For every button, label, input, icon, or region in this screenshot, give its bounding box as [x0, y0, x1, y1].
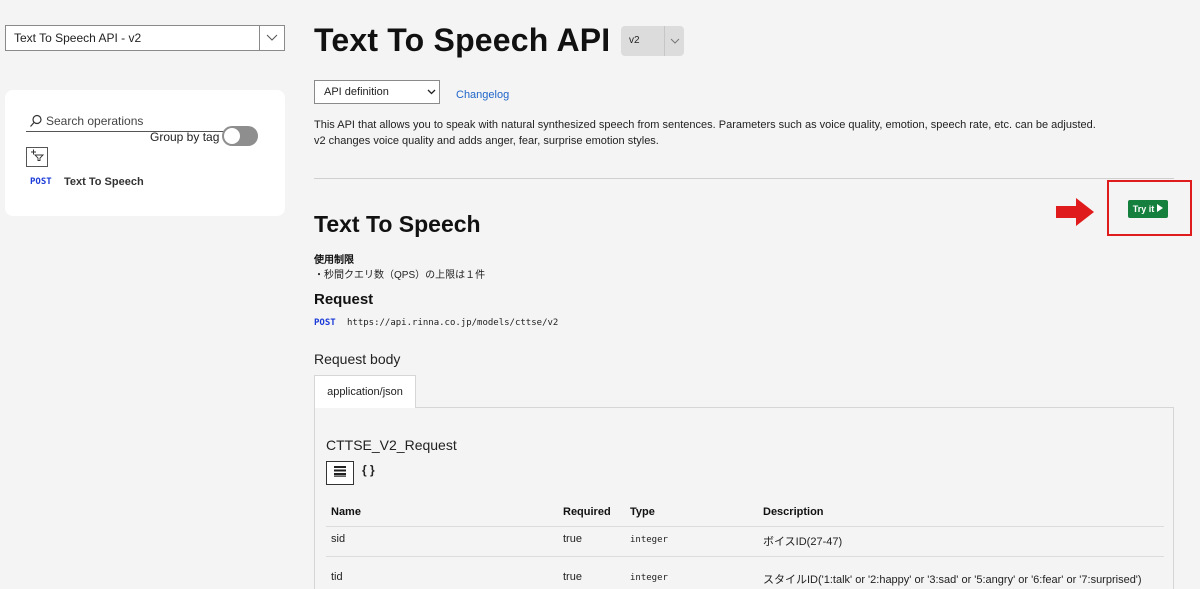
list-icon: [333, 464, 347, 482]
table-row-divider: [326, 526, 1164, 527]
column-header-description: Description: [763, 506, 824, 518]
cell-description: ボイスID(27-47): [763, 536, 843, 548]
filter-icon: [30, 148, 45, 166]
changelog-link[interactable]: Changelog: [456, 89, 509, 101]
search-icon: [29, 114, 43, 128]
operations-panel: Search operations Group by tag POST Text…: [5, 90, 285, 216]
group-by-tag-label: Group by tag: [150, 130, 220, 144]
operation-title: Text To Speech: [314, 211, 481, 237]
request-body-heading: Request body: [314, 351, 401, 367]
cell-type: integer: [630, 535, 668, 545]
version-selector[interactable]: v2: [621, 26, 684, 56]
play-icon: [1157, 204, 1164, 214]
search-placeholder: Search operations: [46, 113, 144, 128]
operation-name: Text To Speech: [64, 176, 144, 188]
filter-button[interactable]: [26, 147, 48, 167]
schema-panel: [314, 407, 1174, 589]
api-description: This API that allows you to speak with n…: [314, 117, 1174, 149]
arrow-right-icon: [1056, 198, 1094, 226]
column-header-type: Type: [630, 506, 655, 518]
try-it-button[interactable]: Try it: [1128, 200, 1168, 218]
api-selector-value: Text To Speech API - v2: [14, 31, 142, 45]
column-header-required: Required: [563, 506, 611, 518]
chevron-down-icon: [259, 26, 284, 50]
json-view-button[interactable]: { }: [362, 463, 375, 477]
api-selector[interactable]: Text To Speech API - v2: [5, 25, 285, 51]
usage-limit-heading: 使用制限: [314, 255, 354, 266]
toggle-knob: [224, 128, 240, 144]
search-input[interactable]: Search operations: [26, 110, 236, 132]
description-line: v2 changes voice quality and adds anger,…: [314, 135, 659, 147]
schema-name: CTTSE_V2_Request: [326, 437, 457, 453]
request-heading: Request: [314, 291, 374, 308]
usage-limit-text: ・秒間クエリ数（QPS）の上限は１件: [314, 270, 486, 281]
chevron-down-icon: [423, 89, 439, 95]
sidebar-item-text-to-speech[interactable]: POST Text To Speech: [30, 176, 144, 188]
page-title: Text To Speech API: [314, 22, 611, 58]
method-badge: POST: [30, 177, 52, 187]
cell-type: integer: [630, 573, 668, 583]
cell-name: sid: [331, 533, 346, 545]
tab-application-json[interactable]: application/json: [314, 375, 416, 408]
try-it-label: Try it: [1132, 204, 1155, 214]
cell-required: true: [563, 533, 582, 545]
chevron-down-icon: [664, 26, 684, 56]
table-view-button[interactable]: [326, 461, 354, 485]
cell-required: true: [563, 571, 582, 583]
request-url: https://api.rinna.co.jp/models/cttse/v2: [347, 318, 559, 328]
group-by-tag-toggle[interactable]: [222, 126, 258, 146]
method-badge: POST: [314, 318, 336, 328]
table-row-divider: [326, 556, 1164, 557]
definition-selector[interactable]: API definition: [314, 80, 440, 104]
cell-description: スタイルID('1:talk' or '2:happy' or '3:sad' …: [763, 574, 1142, 586]
version-value: v2: [629, 35, 640, 46]
divider: [314, 178, 1174, 179]
request-url-row: POST https://api.rinna.co.jp/models/ctts…: [314, 318, 558, 328]
column-header-name: Name: [331, 506, 361, 518]
description-line: This API that allows you to speak with n…: [314, 119, 1096, 131]
definition-value: API definition: [324, 86, 389, 98]
cell-name: tid: [331, 571, 343, 583]
